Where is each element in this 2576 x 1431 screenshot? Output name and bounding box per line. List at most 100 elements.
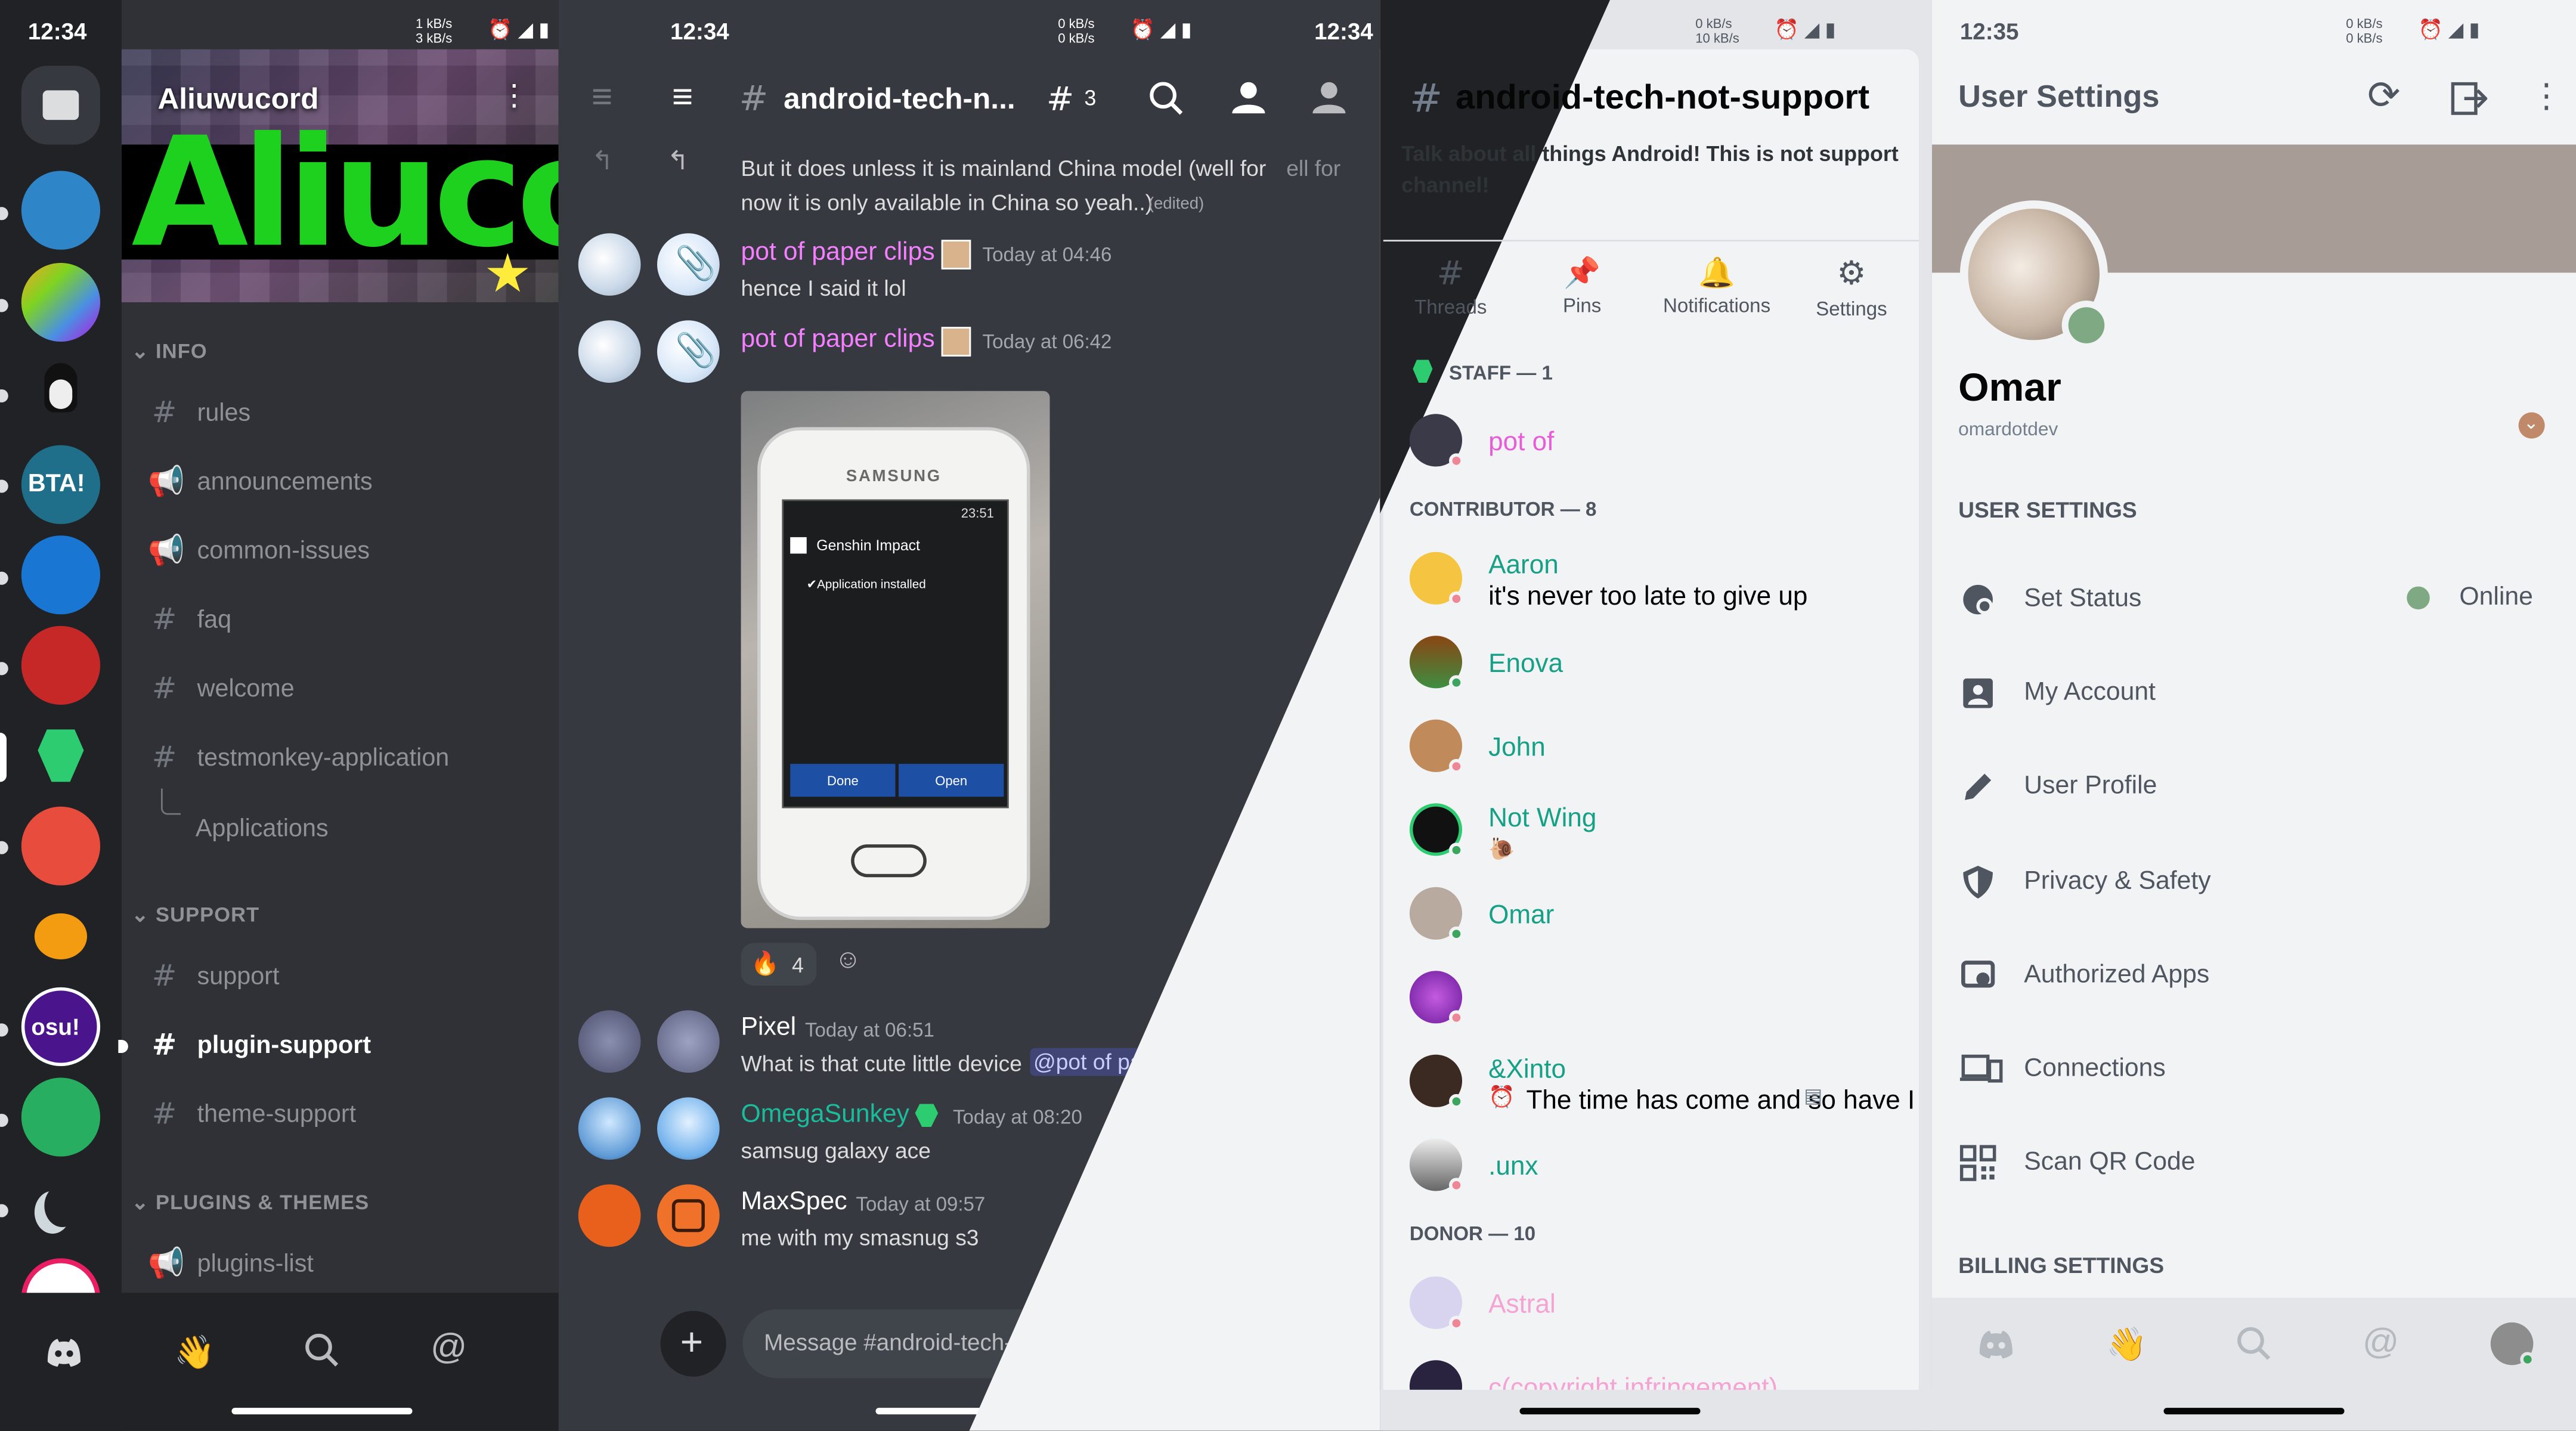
home-indicator [231,1408,413,1415]
setting-connections[interactable]: Connections [1932,1022,2576,1116]
server-icon-bta[interactable]: BTA! [21,445,101,524]
logout-icon[interactable] [2451,82,2488,115]
author-name[interactable]: Pixel [741,1014,797,1043]
nitro-badge-icon: ⌄ [2518,412,2545,439]
category-support[interactable]: ⌄ SUPPORT [131,902,259,927]
image-attachment[interactable]: SAMSUNG 23:51 Genshin Impact ✔Applicatio… [741,391,1050,928]
channel-announcements[interactable]: 📢 announcements [148,465,373,500]
channel-rules[interactable]: # rules [148,396,250,430]
channel-plugin-support[interactable]: # plugin-support [148,1029,371,1063]
author-avatar[interactable]: 📎 [657,233,720,296]
discord-logo-icon[interactable] [43,1336,86,1368]
server-icon-apple[interactable] [21,535,101,615]
ghost-avatar [578,233,641,296]
channel-title[interactable]: android-tech-n... [784,82,1015,117]
member-name[interactable]: Aaron [1488,552,1559,582]
category-info[interactable]: ⌄ INFO [131,339,207,363]
search-icon[interactable] [304,1332,340,1368]
channel-theme-support[interactable]: # theme-support [148,1097,356,1132]
member-name[interactable]: John [1488,735,1546,764]
status-dot [1448,843,1464,858]
channel-common-issues[interactable]: 📢 common-issues [148,534,370,568]
setting-set-status[interactable]: Set Status Online [1932,552,2576,646]
author-name[interactable]: OmegaSunkey [741,1101,909,1130]
profile-username: Omar [1958,366,2061,411]
phone-brand: SAMSUNG [846,468,942,487]
attach-button[interactable]: + [660,1311,726,1377]
menu-icon[interactable]: ≡ [672,76,693,119]
mentions-icon[interactable]: @ [2363,1321,2399,1364]
member-name[interactable]: Omar [1488,902,1554,932]
reaction-chip[interactable]: 🔥 4 [741,943,817,986]
tab-threads[interactable]: # Threads [1383,246,1518,338]
discord-logo-icon[interactable] [1975,1327,2018,1360]
contributor-badge-icon [915,1104,939,1127]
channel-welcome[interactable]: # welcome [148,672,295,707]
dm-home-button[interactable] [21,66,101,145]
status-value: Online [2459,583,2533,611]
status-icons: ⏰ ◢ ▮ [1774,18,1836,41]
search-icon[interactable] [2236,1325,2272,1362]
server-icon-anime[interactable] [21,625,101,705]
thread-applications[interactable]: Applications [196,815,329,843]
bell-icon: 🔔 [1698,256,1735,289]
author-avatar[interactable]: 📎 [657,320,720,383]
author-name[interactable]: pot of paper clips [741,238,935,268]
server-icon-moon[interactable] [21,1167,101,1247]
channel-faq[interactable]: # faq [148,603,231,637]
member-name[interactable]: pot of [1488,429,1554,459]
friends-icon[interactable]: 👋 [174,1332,215,1373]
edited-tag: (edited) [1148,195,1205,214]
server-icon-tux[interactable] [21,353,101,432]
ghost-text: ell for [1286,156,1341,181]
mentions-icon[interactable]: @ [431,1325,467,1368]
search-icon[interactable] [1148,80,1185,117]
setting-user-profile[interactable]: User Profile [1932,739,2576,833]
members-icon[interactable] [1229,79,1268,115]
threads-icon[interactable]: # [1046,79,1074,118]
member-name[interactable]: Enova [1488,651,1563,680]
add-reaction-icon[interactable]: ☺ [835,946,862,976]
member-name[interactable]: .unx [1488,1153,1538,1183]
server-rail: BTA! osu! [0,0,122,1431]
server-icon-osu[interactable]: osu! [21,987,101,1067]
ghost-avatar [578,1184,641,1247]
forum-hash-icon: # [151,959,177,994]
author-avatar[interactable] [657,1010,720,1073]
member-name[interactable]: &Xinto [1488,1057,1566,1086]
status-dot [2520,1352,2535,1367]
more-options-icon[interactable]: ⋮ [500,79,530,113]
more-options-icon[interactable]: ⋮ [2530,76,2563,117]
tab-notifications[interactable]: 🔔 Notifications [1649,246,1784,338]
server-icon-cube[interactable] [21,262,101,342]
category-plugins-themes[interactable]: ⌄ PLUGINS & THEMES [131,1190,369,1214]
setting-privacy-safety[interactable]: Privacy & Safety [1932,835,2576,928]
refresh-icon[interactable]: ⟳ [2367,72,2400,120]
server-icon-aliucord[interactable] [21,716,101,795]
server-name[interactable]: Aliuwucord [157,82,318,117]
member-name[interactable]: Astral [1488,1291,1556,1321]
tab-settings[interactable]: ⚙ Settings [1784,246,1919,338]
setting-scan-qr[interactable]: Scan QR Code [1932,1116,2576,1209]
status-dot [1448,1010,1464,1026]
channel-plugins-list[interactable]: 📢 plugins-list [148,1247,314,1281]
author-name[interactable]: pot of paper clips [741,326,935,355]
hash-icon: # [739,79,769,119]
author-avatar[interactable] [657,1184,720,1247]
setting-my-account[interactable]: My Account [1932,646,2576,739]
server-icon-lab[interactable] [21,171,101,250]
unread-pip [0,662,8,676]
setting-authorized-apps[interactable]: Authorized Apps [1932,928,2576,1022]
tab-pins[interactable]: 📌 Pins [1515,246,1649,338]
phone-app-name: Genshin Impact [816,537,920,554]
author-name[interactable]: MaxSpec [741,1188,847,1218]
member-name[interactable]: Not Wing [1488,805,1596,835]
author-avatar[interactable] [657,1097,720,1160]
channel-testmonkey-application[interactable]: # testmonkey-application [148,741,450,776]
ghost-avatar [578,320,641,383]
channel-support[interactable]: # support [148,959,280,994]
server-icon-crab[interactable] [21,806,101,885]
server-icon-pumpkin[interactable] [21,897,101,976]
server-icon-creeper[interactable] [21,1077,101,1157]
friends-icon[interactable]: 👋 [2106,1324,2147,1365]
